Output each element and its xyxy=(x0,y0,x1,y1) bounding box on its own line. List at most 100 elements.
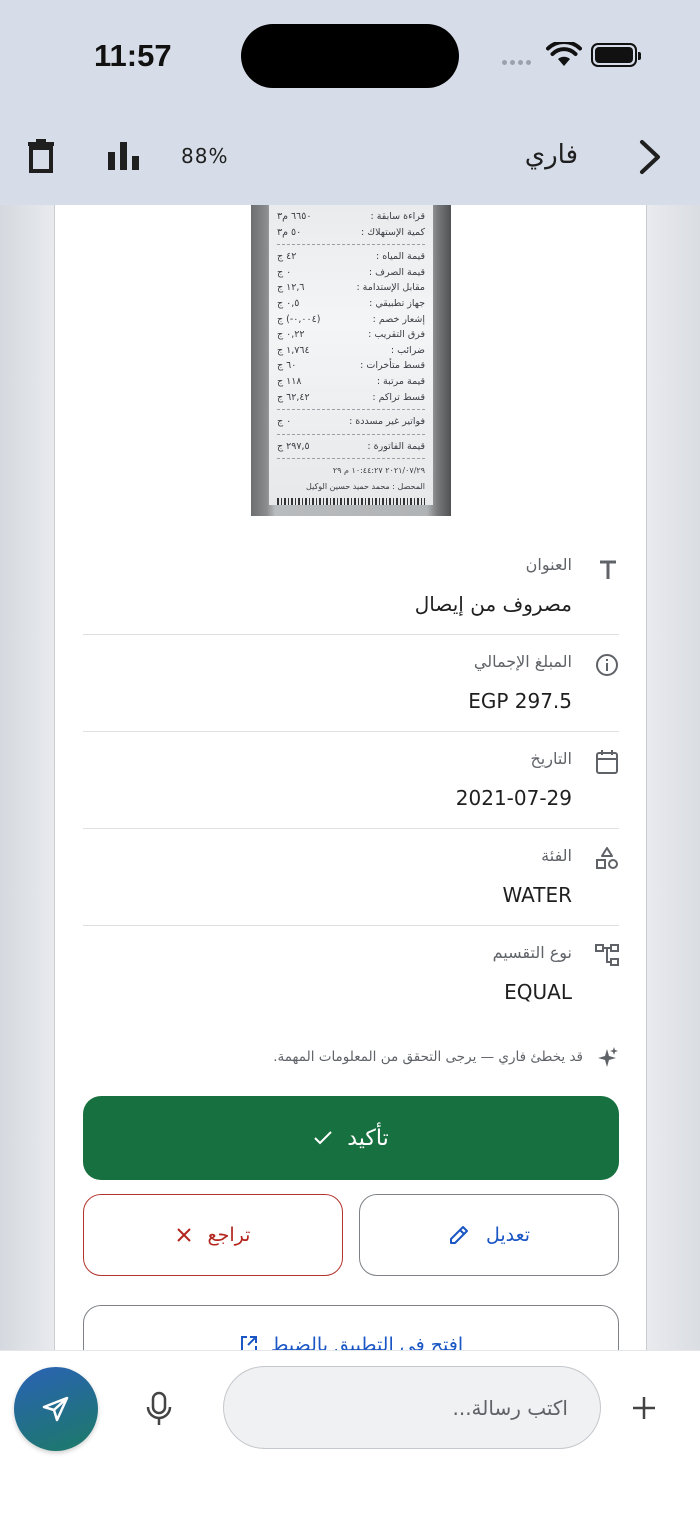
receipt-line: فرق التقريب : ٠,٢٢ ج xyxy=(277,327,425,343)
receipt-line-label: كمية الإستهلاك : xyxy=(361,226,425,238)
receipt-line-label: جهاز تطبيقي : xyxy=(369,297,425,309)
plus-icon[interactable] xyxy=(630,1394,658,1422)
edit-button[interactable]: تعديل xyxy=(359,1194,619,1276)
receipt-line: مقابل الإستدامة : ١٢,٦ ج xyxy=(277,280,425,296)
receipt-collector-text: المحصل : محمد حميد حسين الوكيل xyxy=(306,481,425,491)
receipt-unpaid-line: فواتير غير مسددة : ٠ ج xyxy=(277,414,425,430)
receipt-line-value: ٠ ج xyxy=(277,266,292,278)
field-amount[interactable]: المبلغ الإجمالي EGP 297.5 xyxy=(83,652,619,722)
info-icon xyxy=(596,654,618,676)
text-title-icon xyxy=(600,560,616,579)
edit-label: تعديل xyxy=(485,1224,531,1246)
dynamic-island xyxy=(241,24,459,88)
pencil-icon xyxy=(449,1226,468,1244)
receipt-paper: قراءة سابقة : ٦٦٥٠ م٣ كمية الإستهلاك : ٥٠ … xyxy=(269,205,433,505)
receipt-line-label: قيمة المياه : xyxy=(376,251,425,263)
close-icon xyxy=(176,1228,191,1242)
undo-label: تراجع xyxy=(207,1224,251,1246)
receipt-collector: المحصل : محمد حميد حسين الوكيل xyxy=(277,479,425,495)
receipt-image[interactable]: قراءة سابقة : ٦٦٥٠ م٣ كمية الإستهلاك : ٥٠ … xyxy=(251,205,451,516)
sparkle-icon xyxy=(598,1047,618,1067)
receipt-total-line: قيمة الفاتورة : ٢٩٧,٥ ج xyxy=(277,439,425,455)
receipt-timestamp: ٢٠٢١/٠٧/٢٩ ١٠:٤٤:٢٧ م ٢٩ xyxy=(277,463,425,479)
receipt-line: قيمة مرتبة : ١١٨ ج xyxy=(277,374,425,390)
background-left xyxy=(0,205,54,1350)
message-input[interactable] xyxy=(223,1366,601,1449)
field-split-type[interactable]: نوع التقسيم EQUAL xyxy=(83,943,619,1013)
divider xyxy=(83,828,619,829)
receipt-line-value: ٠,٢٢ ج xyxy=(277,329,305,341)
send-button[interactable] xyxy=(14,1367,98,1451)
receipt-line-value: ٠,٥ ج xyxy=(277,297,300,309)
calendar-icon xyxy=(596,750,618,774)
field-date-label: التاريخ xyxy=(530,749,572,768)
field-date-value: 2021-07-29 xyxy=(455,786,572,810)
field-split-value: EQUAL xyxy=(504,980,572,1004)
receipt-line-value: ٠ ج xyxy=(277,416,292,428)
receipt-line: قيمة المياه : ٤٢ ج xyxy=(277,249,425,265)
receipt-line: كمية الإستهلاك : ٥٠ م٣ xyxy=(277,225,425,241)
send-icon xyxy=(42,1396,69,1422)
expense-card: قراءة سابقة : ٦٦٥٠ م٣ كمية الإستهلاك : ٥٠ … xyxy=(54,205,647,1350)
divider xyxy=(83,634,619,635)
receipt-divider xyxy=(277,409,425,411)
receipt-line-label: قسط تراكم : xyxy=(372,391,425,403)
receipt-line-label: قيمة الصرف : xyxy=(368,266,425,278)
field-title-label: العنوان xyxy=(525,555,572,574)
wifi-icon xyxy=(546,42,582,66)
receipt-line-label: ضرائب : xyxy=(390,344,425,356)
receipt-line: قراءة سابقة : ٦٦٥٠ م٣ xyxy=(277,209,425,225)
receipt-line-value: ٦٦٥٠ م٣ xyxy=(277,211,312,222)
field-category-value: WATER xyxy=(502,883,572,907)
divider xyxy=(83,731,619,732)
field-amount-label: المبلغ الإجمالي xyxy=(473,652,572,671)
receipt-line-value: (٠,٠٠٤-) ج xyxy=(277,313,321,325)
receipt-line-label: فرق التقريب : xyxy=(368,329,425,341)
top-bar: 11:57 88% فاري xyxy=(0,0,700,205)
field-category-label: الفئة xyxy=(541,846,572,865)
receipt-line-label: إشعار خصم : xyxy=(372,313,425,325)
microphone-icon[interactable] xyxy=(143,1391,175,1427)
receipt-line: قيمة الصرف : ٠ ج xyxy=(277,265,425,281)
confirm-label: تأكيد xyxy=(347,1125,389,1151)
receipt-line-label: قيمة الفاتورة : xyxy=(367,440,425,452)
chart-bars-icon[interactable] xyxy=(108,142,140,170)
chat-title: فاري xyxy=(524,140,578,170)
open-in-app-button[interactable]: افتح في التطبيق بالضبط xyxy=(83,1305,619,1350)
category-shapes-icon xyxy=(596,847,618,869)
receipt-divider xyxy=(277,433,425,435)
cellular-signal-icon xyxy=(502,60,531,65)
confirm-button[interactable]: تأكيد xyxy=(83,1096,619,1180)
receipt-line-label: قراءة سابقة : xyxy=(370,211,425,222)
receipt-line-label: قيمة مرتبة : xyxy=(376,375,425,387)
zoom-level: 88% xyxy=(181,144,229,168)
field-split-label: نوع التقسيم xyxy=(492,943,572,962)
check-icon xyxy=(314,1131,332,1145)
field-date[interactable]: التاريخ 2021-07-29 xyxy=(83,749,619,819)
divider xyxy=(83,925,619,926)
receipt-line: إشعار خصم : (٠,٠٠٤-) ج xyxy=(277,312,425,328)
receipt-line: قسط تراكم : ٦٢,٤٢ ج xyxy=(277,390,425,406)
receipt-line-value: ٦٢,٤٢ ج xyxy=(277,391,310,403)
chevron-right-icon[interactable] xyxy=(636,138,664,176)
disclaimer-text: قد يخطئ فاري — يرجى التحقق من المعلومات … xyxy=(273,1049,583,1065)
field-title-value: مصروف من إيصال xyxy=(414,592,572,616)
receipt-line: ضرائب : ١,٧٦٤ ج xyxy=(277,343,425,359)
message-composer xyxy=(0,1350,700,1521)
field-amount-value: EGP 297.5 xyxy=(468,689,572,713)
delete-icon[interactable] xyxy=(27,139,55,173)
receipt-line-value: ٢٩٧,٥ ج xyxy=(277,440,310,452)
receipt-line-value: ١٢,٦ ج xyxy=(277,282,305,294)
background-right xyxy=(647,205,700,1350)
receipt-line: جهاز تطبيقي : ٠,٥ ج xyxy=(277,296,425,312)
receipt-line-value: ١١٨ ج xyxy=(277,375,302,387)
battery-icon xyxy=(591,43,641,67)
open-in-app-label: افتح في التطبيق بالضبط xyxy=(270,1334,464,1350)
status-time: 11:57 xyxy=(94,38,172,73)
field-title[interactable]: العنوان مصروف من إيصال xyxy=(83,555,619,625)
receipt-line-value: ٤٢ ج xyxy=(277,251,297,263)
undo-button[interactable]: تراجع xyxy=(83,1194,343,1276)
receipt-timestamp-text: ٢٠٢١/٠٧/٢٩ ١٠:٤٤:٢٧ م ٢٩ xyxy=(332,466,425,476)
receipt-barcode xyxy=(277,497,425,505)
field-category[interactable]: الفئة WATER xyxy=(83,846,619,916)
